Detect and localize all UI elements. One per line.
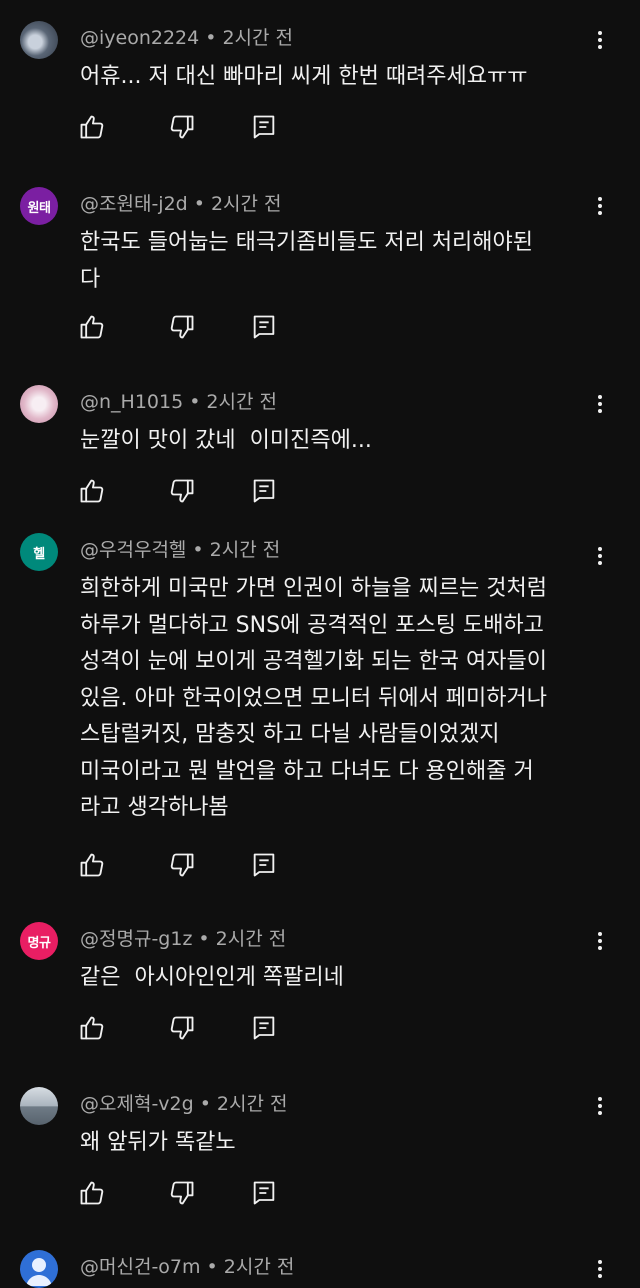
like-icon[interactable]	[78, 113, 106, 141]
comment-meta: @오제혁-v2g • 2시간 전	[80, 1089, 288, 1116]
comment-text: 같은 아시아인인게 쪽팔리네	[80, 965, 344, 990]
comment-time[interactable]: 2시간 전	[206, 391, 277, 413]
avatar[interactable]: 원태	[20, 187, 58, 225]
comment-author[interactable]: @조원태-j2d	[80, 193, 188, 215]
comment-actions	[78, 113, 298, 141]
reply-icon[interactable]	[250, 313, 278, 341]
comment-meta: @우걱우걱헬 • 2시간 전	[80, 535, 280, 562]
comment-author[interactable]: @머신건-o7m	[80, 1256, 201, 1278]
avatar[interactable]	[20, 1250, 58, 1288]
comment-meta: @iyeon2224 • 2시간 전	[80, 23, 293, 50]
avatar[interactable]	[20, 385, 58, 423]
like-icon[interactable]	[78, 1179, 106, 1207]
comment-author[interactable]: @iyeon2224	[80, 27, 199, 49]
comment-actions	[78, 851, 298, 879]
more-options-icon[interactable]	[588, 25, 612, 55]
comment-time[interactable]: 2시간 전	[216, 928, 287, 950]
comment-text: 눈깔이 맛이 갔네 이미진즉에...	[80, 428, 372, 453]
comment-actions	[78, 1179, 298, 1207]
reply-icon[interactable]	[250, 477, 278, 505]
avatar[interactable]	[20, 21, 58, 59]
like-icon[interactable]	[78, 313, 106, 341]
comment-text: 어휴... 저 대신 빠마리 씨게 한번 때려주세요ㅠㅠ	[80, 64, 528, 89]
reply-icon[interactable]	[250, 1179, 278, 1207]
dislike-icon[interactable]	[168, 113, 196, 141]
separator-dot: •	[205, 27, 217, 49]
comment-author[interactable]: @우걱우걱헬	[80, 539, 186, 561]
dislike-icon[interactable]	[168, 313, 196, 341]
comment-text: 한국도 들어눕는 태극기좀비들도 저리 처리해야된 다	[80, 230, 534, 292]
separator-dot: •	[189, 391, 201, 413]
avatar[interactable]: 명규	[20, 922, 58, 960]
comment-time[interactable]: 2시간 전	[211, 193, 282, 215]
like-icon[interactable]	[78, 851, 106, 879]
comment-text: 왜 앞뒤가 똑같노	[80, 1130, 236, 1155]
comment-time[interactable]: 2시간 전	[217, 1093, 288, 1115]
comment-time[interactable]: 2시간 전	[210, 539, 281, 561]
comment-actions	[78, 1014, 298, 1042]
default-user-icon	[26, 1258, 52, 1286]
comment-time[interactable]: 2시간 전	[224, 1256, 295, 1278]
dislike-icon[interactable]	[168, 1179, 196, 1207]
like-icon[interactable]	[78, 477, 106, 505]
more-options-icon[interactable]	[588, 1091, 612, 1121]
more-options-icon[interactable]	[588, 191, 612, 221]
comment-author[interactable]: @오제혁-v2g	[80, 1093, 194, 1115]
comment-actions	[78, 477, 298, 505]
dislike-icon[interactable]	[168, 477, 196, 505]
avatar[interactable]: 헬	[20, 533, 58, 571]
separator-dot: •	[192, 539, 204, 561]
reply-icon[interactable]	[250, 113, 278, 141]
comment-time[interactable]: 2시간 전	[222, 27, 293, 49]
dislike-icon[interactable]	[168, 851, 196, 879]
comment-meta: @정명규-g1z • 2시간 전	[80, 924, 286, 951]
comment-meta: @머신건-o7m • 2시간 전	[80, 1252, 294, 1279]
comment-author[interactable]: @n_H1015	[80, 391, 183, 413]
comment-author[interactable]: @정명규-g1z	[80, 928, 192, 950]
more-options-icon[interactable]	[588, 541, 612, 571]
reply-icon[interactable]	[250, 1014, 278, 1042]
separator-dot: •	[193, 193, 205, 215]
dislike-icon[interactable]	[168, 1014, 196, 1042]
comment-meta: @조원태-j2d • 2시간 전	[80, 189, 282, 216]
comment-text: 희한하게 미국만 가면 인권이 하늘을 찌르는 것처럼 하루가 멀다하고 SNS…	[80, 576, 548, 820]
separator-dot: •	[198, 928, 210, 950]
more-options-icon[interactable]	[588, 926, 612, 956]
separator-dot: •	[199, 1093, 211, 1115]
reply-icon[interactable]	[250, 851, 278, 879]
like-icon[interactable]	[78, 1014, 106, 1042]
comment-actions	[78, 313, 298, 341]
avatar[interactable]	[20, 1087, 58, 1125]
comment-meta: @n_H1015 • 2시간 전	[80, 387, 277, 414]
separator-dot: •	[206, 1256, 218, 1278]
more-options-icon[interactable]	[588, 389, 612, 419]
